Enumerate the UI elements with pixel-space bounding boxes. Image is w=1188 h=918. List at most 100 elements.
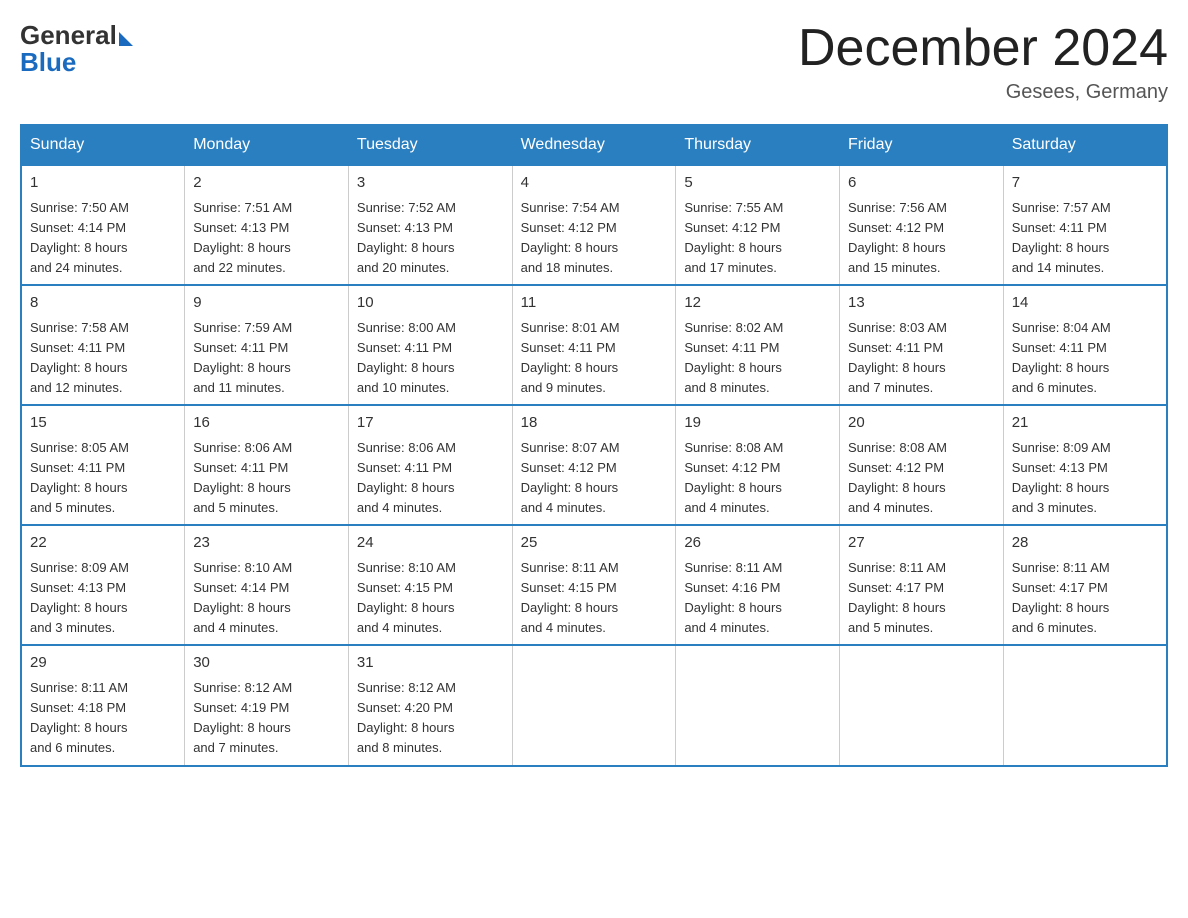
calendar-cell: 8 Sunrise: 7:58 AMSunset: 4:11 PMDaylight… <box>21 285 185 405</box>
day-info: Sunrise: 8:09 AMSunset: 4:13 PMDaylight:… <box>30 558 176 639</box>
header-thursday: Thursday <box>676 125 840 165</box>
day-number: 16 <box>193 412 340 435</box>
day-info: Sunrise: 8:06 AMSunset: 4:11 PMDaylight:… <box>357 438 504 519</box>
calendar-cell: 11 Sunrise: 8:01 AMSunset: 4:11 PMDayligh… <box>512 285 676 405</box>
day-info: Sunrise: 8:01 AMSunset: 4:11 PMDaylight:… <box>521 318 668 399</box>
calendar-cell: 12Sunrise: 8:02 AMSunset: 4:11 PMDayligh… <box>676 285 840 405</box>
calendar-table: SundayMondayTuesdayWednesdayThursdayFrid… <box>20 124 1168 766</box>
day-info: Sunrise: 8:05 AMSunset: 4:11 PMDaylight:… <box>30 438 176 519</box>
day-number: 29 <box>30 652 176 675</box>
header-monday: Monday <box>185 125 349 165</box>
calendar-cell: 3 Sunrise: 7:52 AMSunset: 4:13 PMDaylight… <box>348 165 512 285</box>
day-number: 25 <box>521 532 668 555</box>
day-info: Sunrise: 8:03 AMSunset: 4:11 PMDaylight:… <box>848 318 995 399</box>
header-friday: Friday <box>840 125 1004 165</box>
day-info: Sunrise: 7:52 AMSunset: 4:13 PMDaylight:… <box>357 198 504 279</box>
day-info: Sunrise: 8:12 AMSunset: 4:19 PMDaylight:… <box>193 678 340 759</box>
day-info: Sunrise: 8:11 AMSunset: 4:18 PMDaylight:… <box>30 678 176 759</box>
day-number: 4 <box>521 172 668 195</box>
calendar-cell: 26 Sunrise: 8:11 AMSunset: 4:16 PMDayligh… <box>676 525 840 645</box>
day-number: 11 <box>521 292 668 315</box>
day-number: 19 <box>684 412 831 435</box>
day-info: Sunrise: 8:11 AMSunset: 4:16 PMDaylight:… <box>684 558 831 639</box>
calendar-cell: 30 Sunrise: 8:12 AMSunset: 4:19 PMDayligh… <box>185 645 349 765</box>
calendar-cell: 13 Sunrise: 8:03 AMSunset: 4:11 PMDayligh… <box>840 285 1004 405</box>
calendar-cell: 2 Sunrise: 7:51 AMSunset: 4:13 PMDaylight… <box>185 165 349 285</box>
day-number: 2 <box>193 172 340 195</box>
calendar-cell: 4 Sunrise: 7:54 AMSunset: 4:12 PMDaylight… <box>512 165 676 285</box>
day-number: 18 <box>521 412 668 435</box>
day-number: 17 <box>357 412 504 435</box>
day-info: Sunrise: 8:08 AMSunset: 4:12 PMDaylight:… <box>848 438 995 519</box>
calendar-cell <box>512 645 676 765</box>
page-header: General Blue December 2024 Gesees, Germa… <box>20 20 1168 104</box>
logo-arrow-icon <box>119 32 133 46</box>
day-number: 31 <box>357 652 504 675</box>
day-number: 30 <box>193 652 340 675</box>
location-subtitle: Gesees, Germany <box>798 81 1168 104</box>
title-section: December 2024 Gesees, Germany <box>798 20 1168 104</box>
day-number: 5 <box>684 172 831 195</box>
calendar-cell: 9 Sunrise: 7:59 AMSunset: 4:11 PMDaylight… <box>185 285 349 405</box>
day-number: 28 <box>1012 532 1158 555</box>
logo-blue-text: Blue <box>20 47 76 78</box>
logo: General Blue <box>20 20 133 78</box>
day-info: Sunrise: 8:11 AMSunset: 4:17 PMDaylight:… <box>848 558 995 639</box>
calendar-cell: 16 Sunrise: 8:06 AMSunset: 4:11 PMDayligh… <box>185 405 349 525</box>
day-info: Sunrise: 7:57 AMSunset: 4:11 PMDaylight:… <box>1012 198 1158 279</box>
calendar-cell <box>676 645 840 765</box>
day-number: 22 <box>30 532 176 555</box>
day-number: 14 <box>1012 292 1158 315</box>
header-wednesday: Wednesday <box>512 125 676 165</box>
calendar-cell: 22 Sunrise: 8:09 AMSunset: 4:13 PMDayligh… <box>21 525 185 645</box>
day-info: Sunrise: 7:56 AMSunset: 4:12 PMDaylight:… <box>848 198 995 279</box>
day-number: 21 <box>1012 412 1158 435</box>
calendar-cell: 18 Sunrise: 8:07 AMSunset: 4:12 PMDayligh… <box>512 405 676 525</box>
day-number: 26 <box>684 532 831 555</box>
day-info: Sunrise: 7:55 AMSunset: 4:12 PMDaylight:… <box>684 198 831 279</box>
day-number: 15 <box>30 412 176 435</box>
calendar-cell: 31 Sunrise: 8:12 AMSunset: 4:20 PMDayligh… <box>348 645 512 765</box>
day-number: 1 <box>30 172 176 195</box>
day-info: Sunrise: 7:51 AMSunset: 4:13 PMDaylight:… <box>193 198 340 279</box>
day-number: 8 <box>30 292 176 315</box>
day-number: 9 <box>193 292 340 315</box>
day-info: Sunrise: 8:11 AMSunset: 4:17 PMDaylight:… <box>1012 558 1158 639</box>
calendar-cell <box>1003 645 1167 765</box>
day-info: Sunrise: 8:10 AMSunset: 4:14 PMDaylight:… <box>193 558 340 639</box>
month-title: December 2024 <box>798 20 1168 77</box>
day-number: 13 <box>848 292 995 315</box>
calendar-cell: 7Sunrise: 7:57 AMSunset: 4:11 PMDaylight… <box>1003 165 1167 285</box>
day-info: Sunrise: 7:50 AMSunset: 4:14 PMDaylight:… <box>30 198 176 279</box>
day-info: Sunrise: 8:08 AMSunset: 4:12 PMDaylight:… <box>684 438 831 519</box>
day-info: Sunrise: 8:09 AMSunset: 4:13 PMDaylight:… <box>1012 438 1158 519</box>
calendar-cell: 23 Sunrise: 8:10 AMSunset: 4:14 PMDayligh… <box>185 525 349 645</box>
calendar-cell: 15 Sunrise: 8:05 AMSunset: 4:11 PMDayligh… <box>21 405 185 525</box>
calendar-cell: 19 Sunrise: 8:08 AMSunset: 4:12 PMDayligh… <box>676 405 840 525</box>
day-info: Sunrise: 8:07 AMSunset: 4:12 PMDaylight:… <box>521 438 668 519</box>
day-info: Sunrise: 8:06 AMSunset: 4:11 PMDaylight:… <box>193 438 340 519</box>
day-number: 27 <box>848 532 995 555</box>
day-info: Sunrise: 7:54 AMSunset: 4:12 PMDaylight:… <box>521 198 668 279</box>
day-number: 24 <box>357 532 504 555</box>
calendar-cell: 29 Sunrise: 8:11 AMSunset: 4:18 PMDayligh… <box>21 645 185 765</box>
calendar-cell <box>840 645 1004 765</box>
day-number: 20 <box>848 412 995 435</box>
calendar-cell: 20 Sunrise: 8:08 AMSunset: 4:12 PMDayligh… <box>840 405 1004 525</box>
header-sunday: Sunday <box>21 125 185 165</box>
calendar-cell: 24 Sunrise: 8:10 AMSunset: 4:15 PMDayligh… <box>348 525 512 645</box>
day-info: Sunrise: 8:12 AMSunset: 4:20 PMDaylight:… <box>357 678 504 759</box>
day-info: Sunrise: 7:58 AMSunset: 4:11 PMDaylight:… <box>30 318 176 399</box>
header-saturday: Saturday <box>1003 125 1167 165</box>
day-number: 10 <box>357 292 504 315</box>
header-tuesday: Tuesday <box>348 125 512 165</box>
day-number: 23 <box>193 532 340 555</box>
day-info: Sunrise: 7:59 AMSunset: 4:11 PMDaylight:… <box>193 318 340 399</box>
calendar-cell: 28 Sunrise: 8:11 AMSunset: 4:17 PMDayligh… <box>1003 525 1167 645</box>
day-number: 3 <box>357 172 504 195</box>
calendar-cell: 27 Sunrise: 8:11 AMSunset: 4:17 PMDayligh… <box>840 525 1004 645</box>
day-info: Sunrise: 8:10 AMSunset: 4:15 PMDaylight:… <box>357 558 504 639</box>
calendar-cell: 10Sunrise: 8:00 AMSunset: 4:11 PMDayligh… <box>348 285 512 405</box>
calendar-cell: 1 Sunrise: 7:50 AMSunset: 4:14 PMDaylight… <box>21 165 185 285</box>
calendar-cell: 6Sunrise: 7:56 AMSunset: 4:12 PMDaylight… <box>840 165 1004 285</box>
